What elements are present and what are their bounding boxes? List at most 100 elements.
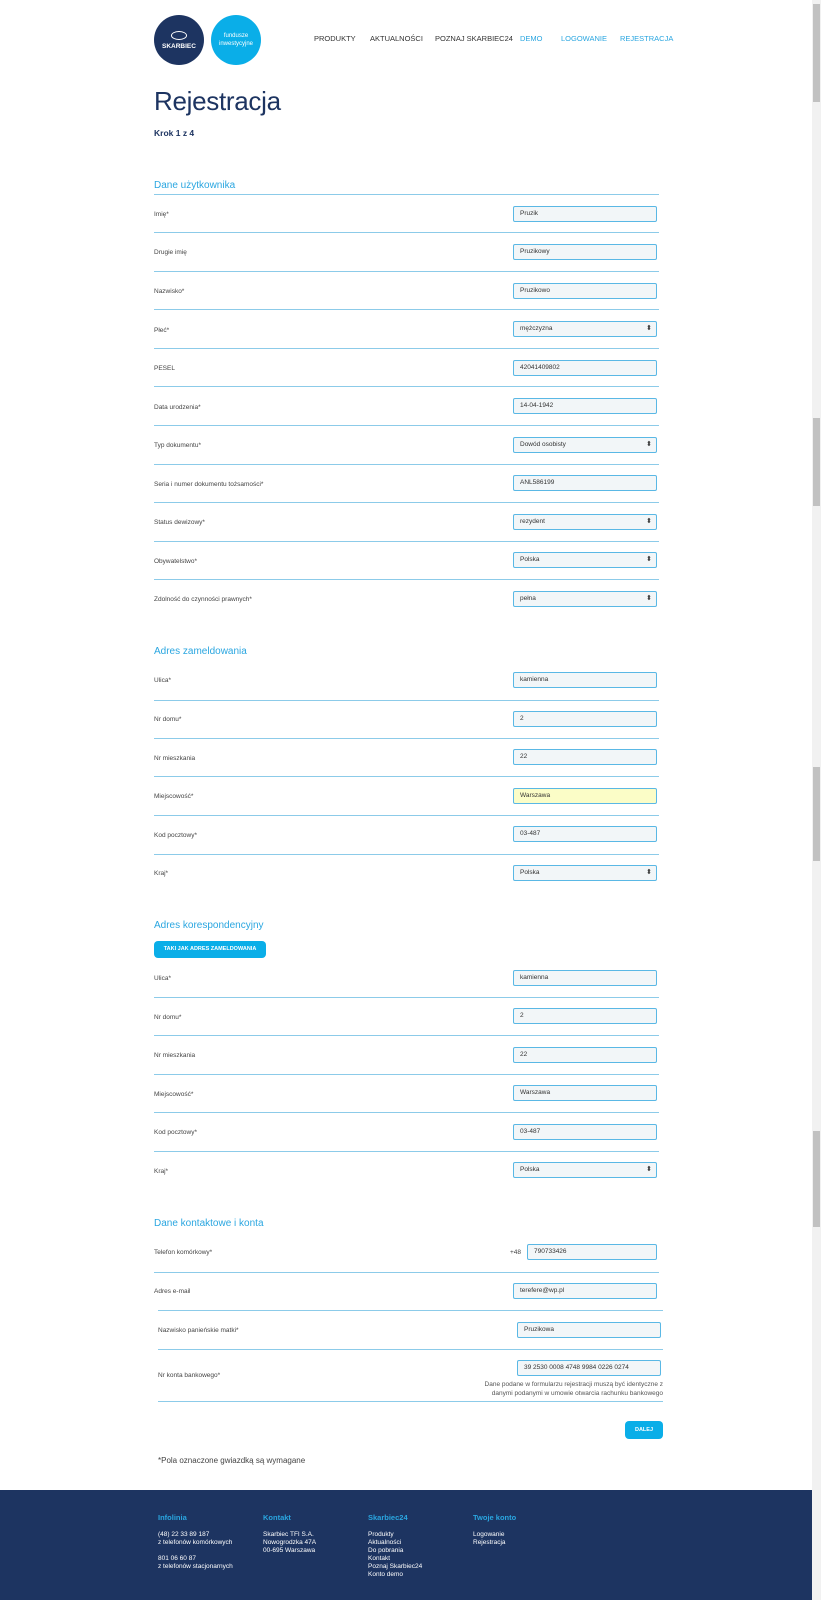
required-fields-note: *Pola oznaczone gwiazdką są wymagane <box>158 1456 306 1465</box>
phone-mobile[interactable]: (48) 22 33 89 187 <box>158 1531 233 1539</box>
label-street: Ulica* <box>154 677 171 684</box>
label-document-number: Seria i numer dokumentu tożsamości* <box>154 481 264 488</box>
label-pesel: PESEL <box>154 365 175 372</box>
street-input[interactable]: kamienna <box>513 672 657 688</box>
footer-kontakt: Kontakt Skarbiec TFI S.A. Nowogrodzka 47… <box>263 1514 316 1555</box>
corr-house-number-input[interactable]: 2 <box>513 1008 657 1024</box>
mother-maiden-name-input[interactable]: Pruzikowa <box>517 1322 661 1338</box>
pesel-input[interactable]: 42041409802 <box>513 360 657 376</box>
logo-line-1: fundusze <box>223 33 249 39</box>
citizenship-select[interactable]: Polska <box>513 552 657 568</box>
label-country: Kraj* <box>154 870 169 877</box>
nav-aktualnosci[interactable]: AKTUALNOŚCI <box>370 34 423 43</box>
phone-landline[interactable]: 801 06 60 87 <box>158 1555 233 1563</box>
logo-text: SKARBIEC <box>162 43 196 50</box>
nav-poznaj-skarbiec24[interactable]: POZNAJ SKARBIEC24 <box>435 34 513 43</box>
divider <box>154 815 659 816</box>
scrollbar-thumb[interactable] <box>813 1131 820 1227</box>
note-line-2: danymi podanymi w umowie otwarcia rachun… <box>491 1390 663 1397</box>
bank-account-note: Dane podane w formularzu rejestracji mus… <box>420 1380 663 1398</box>
footer-heading: Twoje konto <box>473 1513 517 1522</box>
bank-account-input[interactable]: 39 2530 0008 4748 9984 0226 0274 <box>517 1360 661 1376</box>
label-city: Miejscowość* <box>154 793 194 800</box>
scrollbar-thumb[interactable] <box>813 767 820 861</box>
phone-landline-note: z telefonów stacjonarnych <box>158 1563 233 1570</box>
footer-link-konto-demo[interactable]: Konto demo <box>368 1571 422 1579</box>
corr-city-input[interactable]: Warszawa <box>513 1085 657 1101</box>
legal-capacity-select[interactable]: pełna <box>513 591 657 607</box>
footer-heading: Skarbiec24 <box>368 1513 408 1522</box>
logo-line-2: inwestycyjne <box>218 41 253 47</box>
section-title-registered-address: Adres zameldowania <box>154 646 247 657</box>
divider <box>154 700 659 701</box>
first-name-input[interactable]: Pruzik <box>513 206 657 222</box>
footer-link-rejestracja[interactable]: Rejestracja <box>473 1539 516 1547</box>
divider <box>154 425 659 426</box>
divider <box>158 1310 663 1311</box>
step-indicator: Krok 1 z 4 <box>154 128 195 138</box>
city-input[interactable]: Warszawa <box>513 788 657 804</box>
country-select[interactable]: Polska <box>513 865 657 881</box>
nav-logowanie[interactable]: LOGOWANIE <box>561 34 607 43</box>
scrollbar-thumb[interactable] <box>813 4 820 102</box>
label-apartment-number: Nr mieszkania <box>154 755 196 762</box>
last-name-input[interactable]: Pruzikowo <box>513 283 657 299</box>
currency-status-select[interactable]: rezydent <box>513 514 657 530</box>
nav-produkty[interactable]: PRODUKTY <box>314 34 356 43</box>
nav-demo[interactable]: DEMO <box>520 34 543 43</box>
label-legal-capacity: Zdolność do czynności prawnych* <box>154 596 252 603</box>
same-as-registered-button[interactable]: TAKI JAK ADRES ZAMELDOWANIA <box>154 941 266 958</box>
section-title-contact: Dane kontaktowe i konta <box>154 1218 264 1229</box>
footer-link-do-pobrania[interactable]: Do pobrania <box>368 1547 422 1555</box>
corr-postal-code-input[interactable]: 03-487 <box>513 1124 657 1140</box>
address-line: Nowogrodzka 47A <box>263 1539 317 1546</box>
divider <box>154 579 659 580</box>
nav-rejestracja[interactable]: REJESTRACJA <box>620 34 673 43</box>
divider <box>154 502 659 503</box>
document-type-select[interactable]: Dowód osobisty <box>513 437 657 453</box>
label-document-type: Typ dokumentu* <box>154 442 201 449</box>
divider <box>154 386 659 387</box>
skarbiec-logo[interactable]: SKARBIEC <box>154 15 204 65</box>
divider <box>158 1401 663 1402</box>
address-line: 00-695 Warszawa <box>263 1547 316 1554</box>
label-citizenship: Obywatelstwo* <box>154 558 197 565</box>
footer-link-kontakt[interactable]: Kontakt <box>368 1555 422 1563</box>
phone-mobile-note: z telefonów komórkowych <box>158 1539 233 1546</box>
label-street: Ulica* <box>154 975 171 982</box>
footer-heading: Infolinia <box>158 1513 187 1522</box>
divider <box>154 997 659 998</box>
divider <box>154 232 659 233</box>
divider <box>154 541 659 542</box>
footer-link-poznaj[interactable]: Poznaj Skarbiec24 <box>368 1563 422 1571</box>
footer-link-produkty[interactable]: Produkty <box>368 1531 422 1539</box>
phone-input[interactable]: 790733426 <box>527 1244 657 1260</box>
divider <box>154 776 659 777</box>
label-last-name: Nazwisko* <box>154 288 185 295</box>
footer-link-logowanie[interactable]: Logowanie <box>473 1531 516 1539</box>
label-birth-date: Data urodzenia* <box>154 404 201 411</box>
next-button[interactable]: DALEJ <box>625 1421 663 1439</box>
corr-apartment-number-input[interactable]: 22 <box>513 1047 657 1063</box>
apartment-number-input[interactable]: 22 <box>513 749 657 765</box>
label-mother-maiden-name: Nazwisko panieńskie matki* <box>158 1327 239 1334</box>
label-postal-code: Kod pocztowy* <box>154 832 197 839</box>
divider <box>158 1349 663 1350</box>
postal-code-input[interactable]: 03-487 <box>513 826 657 842</box>
divider <box>154 1112 659 1113</box>
house-number-input[interactable]: 2 <box>513 711 657 727</box>
email-input[interactable]: terefere@wp.pl <box>513 1283 657 1299</box>
document-number-input[interactable]: ANL586199 <box>513 475 657 491</box>
label-bank-account: Nr konta bankowego* <box>158 1372 221 1379</box>
corr-country-select[interactable]: Polska <box>513 1162 657 1178</box>
scrollbar-thumb[interactable] <box>813 418 820 506</box>
fundusze-logo[interactable]: fundusze inwestycyjne <box>211 15 261 65</box>
divider <box>154 1151 659 1152</box>
gender-select[interactable]: mężczyzna <box>513 321 657 337</box>
footer-link-aktualnosci[interactable]: Aktualności <box>368 1539 422 1547</box>
birth-date-input[interactable]: 14-04-1942 <box>513 398 657 414</box>
corr-street-input[interactable]: kamienna <box>513 970 657 986</box>
label-house-number: Nr domu* <box>154 716 182 723</box>
label-phone: Telefon komórkowy* <box>154 1249 213 1256</box>
second-name-input[interactable]: Pruzikowy <box>513 244 657 260</box>
